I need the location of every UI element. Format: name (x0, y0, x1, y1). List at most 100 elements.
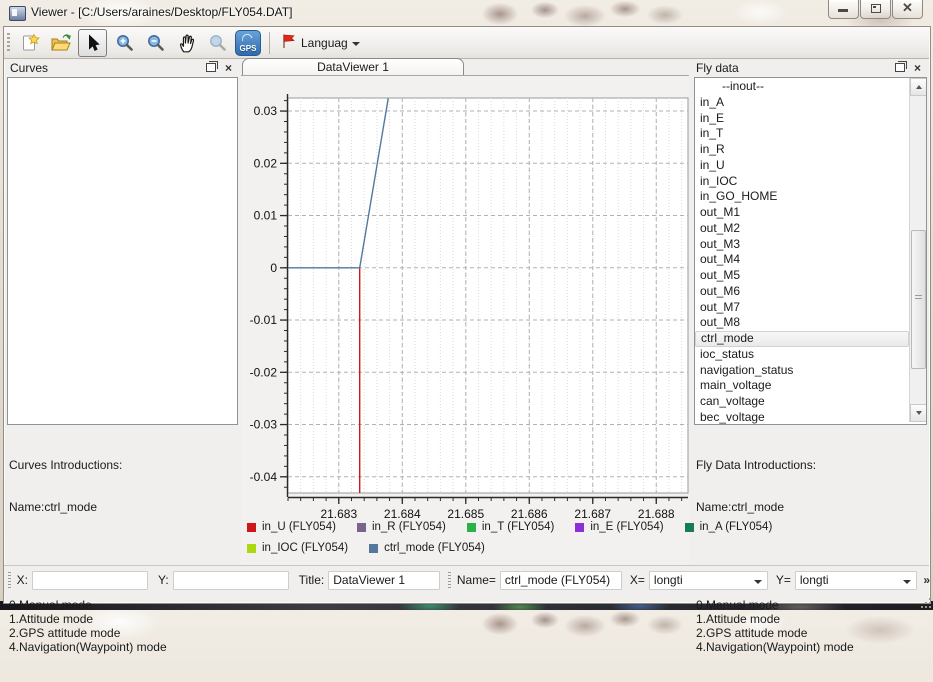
x-coord-label: X: (17, 573, 28, 587)
zoom-out-button[interactable] (142, 30, 169, 56)
zoom-disabled-button[interactable] (204, 30, 231, 56)
mode-description-line: 2.GPS attitude mode (9, 626, 167, 640)
combo-caret-icon (754, 580, 762, 584)
svg-text:0: 0 (270, 261, 277, 275)
curve-name-input[interactable] (500, 571, 622, 590)
svg-text:-0.04: -0.04 (250, 470, 278, 484)
legend-swatch-icon (369, 544, 378, 553)
toolbar-overflow-button[interactable]: » (923, 573, 929, 587)
arrow-down-icon (916, 411, 922, 415)
x-axis-select-label: X= (630, 573, 645, 587)
fly-data-item-out-m7[interactable]: out_M7 (695, 300, 909, 316)
new-file-icon (20, 33, 40, 53)
new-file-button[interactable] (16, 30, 43, 56)
fly-data-item-ioc-status[interactable]: ioc_status (695, 347, 909, 363)
fly-data-item--inout-[interactable]: --inout-- (695, 79, 909, 95)
language-menu-label[interactable]: Languag (301, 36, 348, 50)
close-icon: ✕ (902, 0, 913, 15)
fly-data-item-in-e[interactable]: in_E (695, 111, 909, 127)
fly-data-item-in-a[interactable]: in_A (695, 95, 909, 111)
x-coord-input[interactable] (32, 571, 148, 590)
fly-data-item-in-u[interactable]: in_U (695, 158, 909, 174)
fly-data-float-button[interactable] (892, 61, 907, 75)
fly-data-intro-title: Fly Data Introductions: (696, 458, 854, 472)
gps-label: GPS (240, 44, 257, 53)
y-axis-selected-value: longti (800, 573, 829, 587)
x-axis-combobox[interactable]: longti (649, 571, 768, 590)
title-bar[interactable]: Viewer - [C:/Users/araines/Desktop/FLY05… (0, 0, 933, 26)
legend-item: in_E (FLY054) (575, 521, 663, 533)
toolbar-grip[interactable] (7, 33, 10, 53)
legend-swatch-icon (247, 523, 256, 532)
fly-data-item-in-ioc[interactable]: in_IOC (695, 174, 909, 190)
fly-data-item-out-m1[interactable]: out_M1 (695, 205, 909, 221)
zoom-in-icon (115, 33, 135, 53)
curves-close-button[interactable]: × (221, 61, 236, 75)
chart-area[interactable]: 0.030.020.010-0.01-0.02-0.03-0.0421.6832… (241, 75, 689, 566)
fly-data-item-out-m5[interactable]: out_M5 (695, 268, 909, 284)
fly-data-panel-title: Fly data (696, 61, 739, 75)
y-axis-combobox[interactable]: longti (795, 571, 917, 590)
legend-label: in_IOC (FLY054) (262, 542, 348, 554)
scrollbar-thumb[interactable] (911, 230, 926, 369)
fly-data-item-out-m2[interactable]: out_M2 (695, 221, 909, 237)
fly-data-item-out-m6[interactable]: out_M6 (695, 284, 909, 300)
close-icon: × (914, 62, 921, 74)
fly-data-scrollbar[interactable] (909, 78, 926, 422)
pan-hand-button[interactable] (173, 30, 200, 56)
legend-label: ctrl_mode (FLY054) (384, 542, 485, 554)
y-coord-label: Y: (158, 573, 169, 587)
svg-text:0.03: 0.03 (254, 104, 278, 118)
curves-panel: Curves × Curves Introductions: Name:ctrl… (4, 58, 240, 565)
resize-grip[interactable] (920, 597, 931, 608)
scroll-up-button[interactable] (910, 78, 927, 96)
fly-data-list[interactable]: --inout--in_Ain_Ein_Tin_Rin_Uin_IOCin_GO… (694, 77, 927, 425)
title-field-label: Title: (299, 573, 325, 587)
scroll-down-button[interactable] (910, 404, 927, 422)
fly-data-item-navigation-status[interactable]: navigation_status (695, 363, 909, 379)
fly-data-item-in-r[interactable]: in_R (695, 142, 909, 158)
hand-icon (176, 32, 198, 54)
fly-data-item-bec-voltage[interactable]: bec_voltage (695, 410, 909, 425)
minimize-button[interactable] (828, 0, 859, 19)
fly-data-item-out-m8[interactable]: out_M8 (695, 315, 909, 331)
zoom-in-button[interactable] (111, 30, 138, 56)
fly-data-close-button[interactable]: × (910, 61, 925, 75)
svg-text:-0.03: -0.03 (250, 418, 278, 432)
fly-data-item-can-voltage[interactable]: can_voltage (695, 394, 909, 410)
curves-list[interactable] (7, 77, 238, 425)
y-coord-input[interactable] (173, 571, 289, 590)
fly-data-item-main-voltage[interactable]: main_voltage (695, 378, 909, 394)
open-file-button[interactable] (47, 30, 74, 56)
close-icon: × (225, 62, 232, 74)
mode-description-line: 1.Attitude mode (696, 612, 854, 626)
restore-button[interactable] (860, 0, 891, 19)
mode-description-line: 4.Navigation(Waypoint) mode (9, 640, 167, 654)
fly-data-item-out-m3[interactable]: out_M3 (695, 237, 909, 253)
minimize-icon (838, 9, 848, 12)
fly-data-panel-titlebar[interactable]: Fly data × (690, 58, 929, 77)
curves-panel-titlebar[interactable]: Curves × (4, 58, 240, 77)
status-bar: X: Y: Title: Name= X= longti Y= longti » (4, 565, 929, 594)
cursor-icon (83, 33, 103, 53)
select-cursor-button[interactable] (78, 29, 107, 57)
tab-dataviewer-1[interactable]: DataViewer 1 (242, 58, 464, 75)
fly-data-item-in-go-home[interactable]: in_GO_HOME (695, 189, 909, 205)
toolbar: GPS Languag (4, 27, 929, 59)
mode-description-line: 2.GPS attitude mode (696, 626, 854, 640)
close-button[interactable]: ✕ (892, 0, 923, 19)
fly-data-item-in-t[interactable]: in_T (695, 126, 909, 142)
fly-data-item-ctrl-mode[interactable]: ctrl_mode (695, 331, 909, 347)
window-title: Viewer - [C:/Users/araines/Desktop/FLY05… (31, 5, 292, 19)
gps-button[interactable]: GPS (235, 30, 261, 56)
title-input[interactable] (328, 571, 440, 590)
legend-swatch-icon (247, 544, 256, 553)
curves-intro-name: Name:ctrl_mode (9, 500, 167, 514)
svg-text:0.02: 0.02 (254, 156, 278, 170)
curves-float-button[interactable] (203, 61, 218, 75)
statusbar-grip[interactable] (448, 572, 451, 588)
fly-data-item-out-m4[interactable]: out_M4 (695, 252, 909, 268)
statusbar-grip[interactable] (8, 572, 11, 588)
legend-item: in_T (FLY054) (467, 521, 554, 533)
plot-canvas[interactable]: 0.030.020.010-0.01-0.02-0.03-0.0421.6832… (241, 76, 689, 566)
